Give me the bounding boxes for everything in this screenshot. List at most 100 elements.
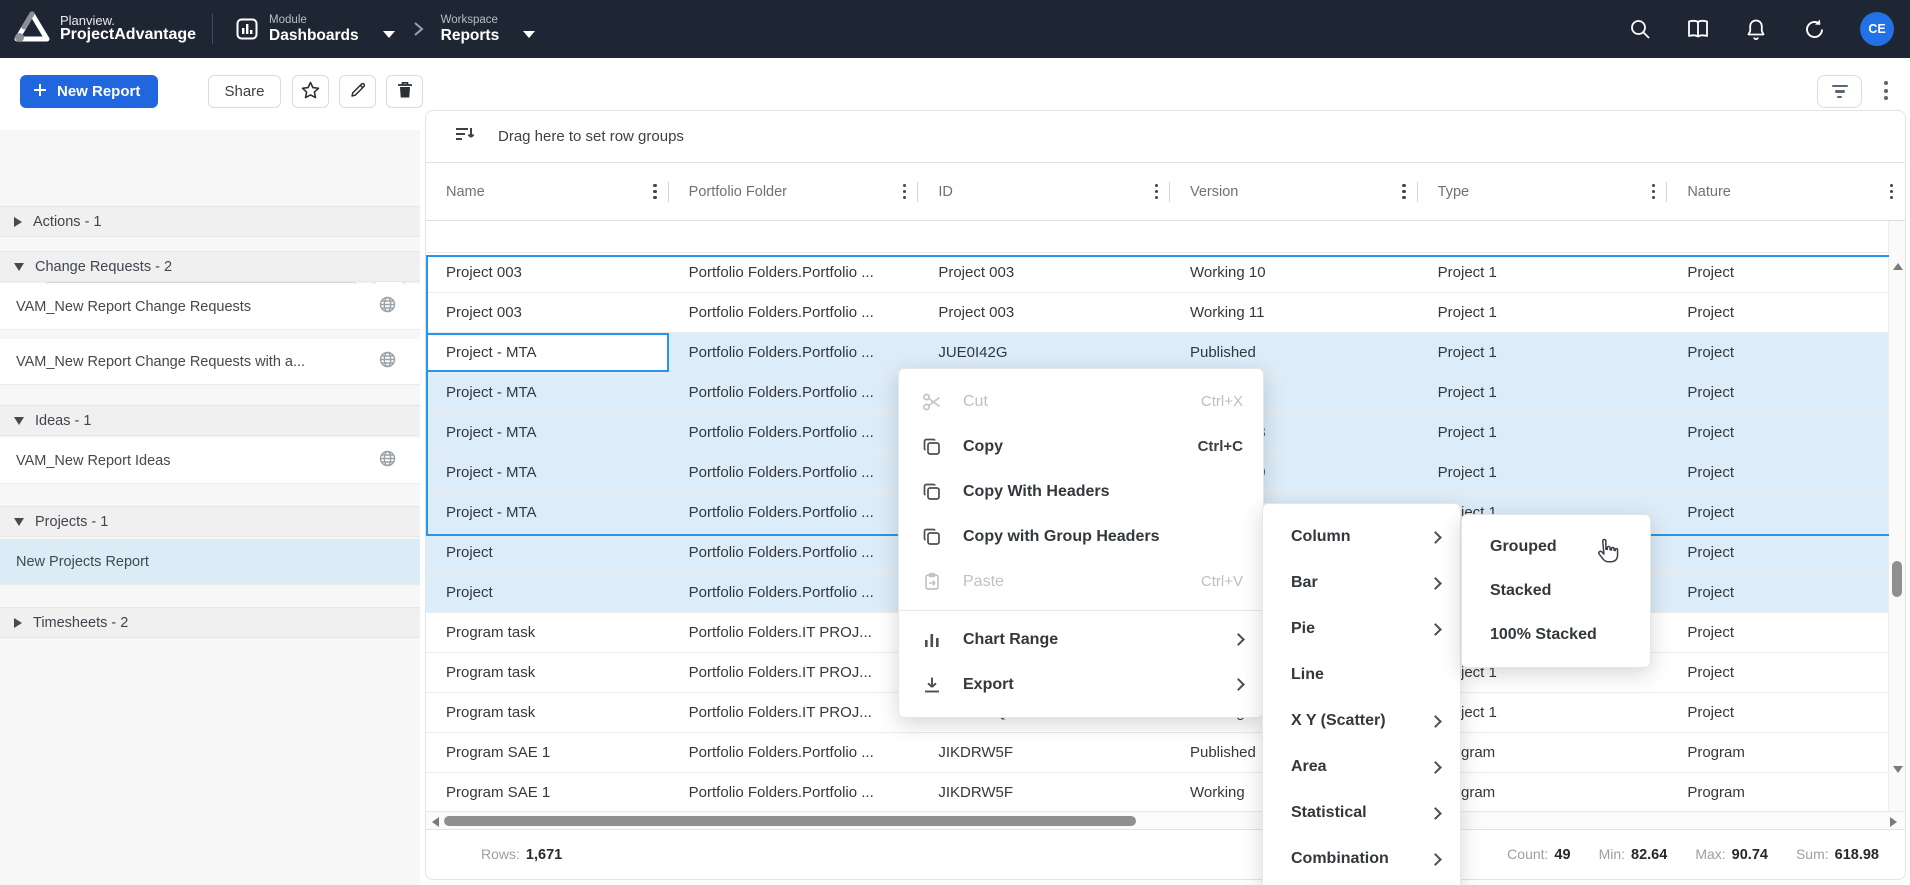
- submenu-item-100-stacked[interactable]: 100% Stacked: [1462, 613, 1650, 657]
- column-menu-kebab-icon[interactable]: [1402, 184, 1405, 199]
- menu-item-chart-range[interactable]: Chart Range: [899, 617, 1263, 662]
- horizontal-scrollbar[interactable]: [426, 811, 1905, 829]
- sidebar-group-ideas[interactable]: Ideas - 1: [0, 405, 420, 436]
- more-options-kebab-icon[interactable]: [1884, 81, 1888, 100]
- new-report-button[interactable]: New Report: [20, 75, 158, 108]
- submenu-item-line[interactable]: Line: [1263, 652, 1460, 698]
- column-header-portfolio-folder[interactable]: Portfolio Folder: [669, 163, 919, 220]
- rows-count: Rows:1,671: [481, 846, 562, 863]
- chart-icon: [919, 630, 945, 650]
- submenu-item-statistical[interactable]: Statistical: [1263, 790, 1460, 836]
- table-row[interactable]: Program SAE 1Portfolio Folders.Portfolio…: [426, 773, 1905, 811]
- table-row[interactable]: Project 003Portfolio Folders.Portfolio .…: [426, 293, 1905, 333]
- column-header-version[interactable]: Version: [1170, 163, 1418, 220]
- grid-status-bar: Rows:1,671 Count:49 Min:82.64 Max:90.74 …: [426, 829, 1905, 879]
- edit-button[interactable]: [339, 75, 376, 108]
- filter-button[interactable]: [1817, 75, 1862, 108]
- caret-down-icon[interactable]: [523, 31, 535, 38]
- filter-icon: [1832, 85, 1848, 99]
- caret-down-icon[interactable]: [383, 31, 395, 38]
- scroll-up-icon[interactable]: [1893, 263, 1903, 270]
- submenu-item-area[interactable]: Area: [1263, 744, 1460, 790]
- star-icon: [301, 81, 320, 103]
- group-label: Actions - 1: [33, 214, 102, 230]
- row-group-hint: Drag here to set row groups: [498, 128, 684, 145]
- menu-item-paste[interactable]: Paste Ctrl+V: [899, 559, 1263, 604]
- column-header-id[interactable]: ID: [918, 163, 1170, 220]
- vertical-scrollbar[interactable]: [1888, 221, 1905, 811]
- scroll-left-icon[interactable]: [432, 817, 439, 827]
- search-icon[interactable]: [1628, 17, 1652, 41]
- row-group-dropzone[interactable]: Drag here to set row groups: [426, 111, 1905, 163]
- column-menu-kebab-icon[interactable]: [1155, 184, 1158, 199]
- table-row[interactable]: Program SAE 1Portfolio Folders.Portfolio…: [426, 733, 1905, 773]
- scroll-right-icon[interactable]: [1890, 817, 1897, 827]
- sidebar-item-report[interactable]: VAM_New Report Ideas: [0, 438, 420, 484]
- sidebar-group-timesheets[interactable]: Timesheets - 2: [0, 607, 420, 638]
- menu-item-copy-with-headers[interactable]: Copy With Headers: [899, 469, 1263, 514]
- avatar[interactable]: CE: [1860, 12, 1894, 46]
- chevron-right-icon: [411, 21, 425, 37]
- column-menu-kebab-icon[interactable]: [903, 184, 906, 199]
- table-row-selected[interactable]: Project - MTAPortfolio Folders.Portfolio…: [426, 333, 1905, 373]
- share-button[interactable]: Share: [208, 75, 281, 108]
- sidebar-group-change-requests[interactable]: Change Requests - 2: [0, 251, 420, 282]
- triangle-right-icon: [14, 618, 22, 628]
- column-header-name[interactable]: Name: [426, 163, 669, 220]
- delete-button[interactable]: [386, 75, 423, 108]
- plus-icon: [32, 82, 48, 102]
- menu-item-copy[interactable]: Copy Ctrl+C: [899, 424, 1263, 469]
- menu-item-export[interactable]: Export: [899, 662, 1263, 707]
- horizontal-scroll-thumb[interactable]: [444, 816, 1136, 826]
- submenu-item-column[interactable]: Column: [1263, 514, 1460, 560]
- trash-icon: [397, 81, 413, 103]
- app-root: Planview. ProjectAdvantage Module Dashbo…: [0, 0, 1910, 885]
- focused-cell[interactable]: Project - MTA: [426, 333, 669, 372]
- workspace-value: Reports: [441, 27, 500, 44]
- column-menu-kebab-icon[interactable]: [653, 184, 656, 199]
- submenu-item-combination[interactable]: Combination: [1263, 836, 1460, 882]
- table-row[interactable]: Project 003Portfolio Folders.Portfolio .…: [426, 253, 1905, 293]
- module-value: Dashboards: [269, 27, 359, 44]
- column-menu-kebab-icon[interactable]: [1890, 184, 1893, 199]
- sidebar-group-projects[interactable]: Projects - 1: [0, 506, 420, 537]
- chart-type-submenu: Column Bar Pie Line X Y (Scatter) Area S…: [1262, 503, 1461, 885]
- row-groups-icon: [454, 125, 476, 149]
- copy-icon: [919, 437, 945, 457]
- favorite-button[interactable]: [292, 75, 329, 108]
- menu-item-copy-with-group-headers[interactable]: Copy with Group Headers: [899, 514, 1263, 559]
- breadcrumb-workspace[interactable]: Workspace Reports: [441, 14, 536, 44]
- submenu-chevron-icon: [1429, 807, 1442, 820]
- submenu-item-xy-scatter[interactable]: X Y (Scatter): [1263, 698, 1460, 744]
- sidebar-item-report-selected[interactable]: New Projects Report: [0, 539, 420, 585]
- submenu-item-stacked[interactable]: Stacked: [1462, 569, 1650, 613]
- submenu-chevron-icon: [1429, 531, 1442, 544]
- submenu-item-grouped[interactable]: Grouped: [1462, 525, 1650, 569]
- table-row-partial[interactable]: [426, 221, 1905, 253]
- bell-icon[interactable]: [1744, 17, 1768, 41]
- scissors-icon: [919, 392, 945, 412]
- group-label: Change Requests - 2: [35, 259, 172, 275]
- book-icon[interactable]: [1686, 17, 1710, 41]
- group-label: Timesheets - 2: [33, 615, 128, 631]
- refresh-icon[interactable]: [1802, 17, 1826, 41]
- sidebar-item-report[interactable]: VAM_New Report Change Requests: [0, 284, 420, 330]
- column-menu-kebab-icon[interactable]: [1652, 184, 1655, 199]
- globe-icon: [379, 296, 396, 317]
- submenu-item-pie[interactable]: Pie: [1263, 606, 1460, 652]
- vertical-scroll-thumb[interactable]: [1892, 561, 1902, 597]
- breadcrumb-module[interactable]: Module Dashboards: [235, 14, 395, 44]
- submenu-item-bar[interactable]: Bar: [1263, 560, 1460, 606]
- column-header-type[interactable]: Type: [1418, 163, 1668, 220]
- menu-item-cut[interactable]: Cut Ctrl+X: [899, 379, 1263, 424]
- menu-divider: [899, 610, 1263, 611]
- sidebar-group-actions[interactable]: Actions - 1: [0, 206, 420, 237]
- copy-icon: [919, 482, 945, 502]
- submenu-chevron-icon: [1429, 761, 1442, 774]
- column-header-nature[interactable]: Nature: [1667, 163, 1905, 220]
- scroll-down-icon[interactable]: [1893, 766, 1903, 773]
- item-label: VAM_New Report Change Requests with a...: [16, 354, 305, 370]
- dashboards-icon: [235, 17, 259, 41]
- pencil-icon: [349, 81, 367, 103]
- sidebar-item-report[interactable]: VAM_New Report Change Requests with a...: [0, 339, 420, 385]
